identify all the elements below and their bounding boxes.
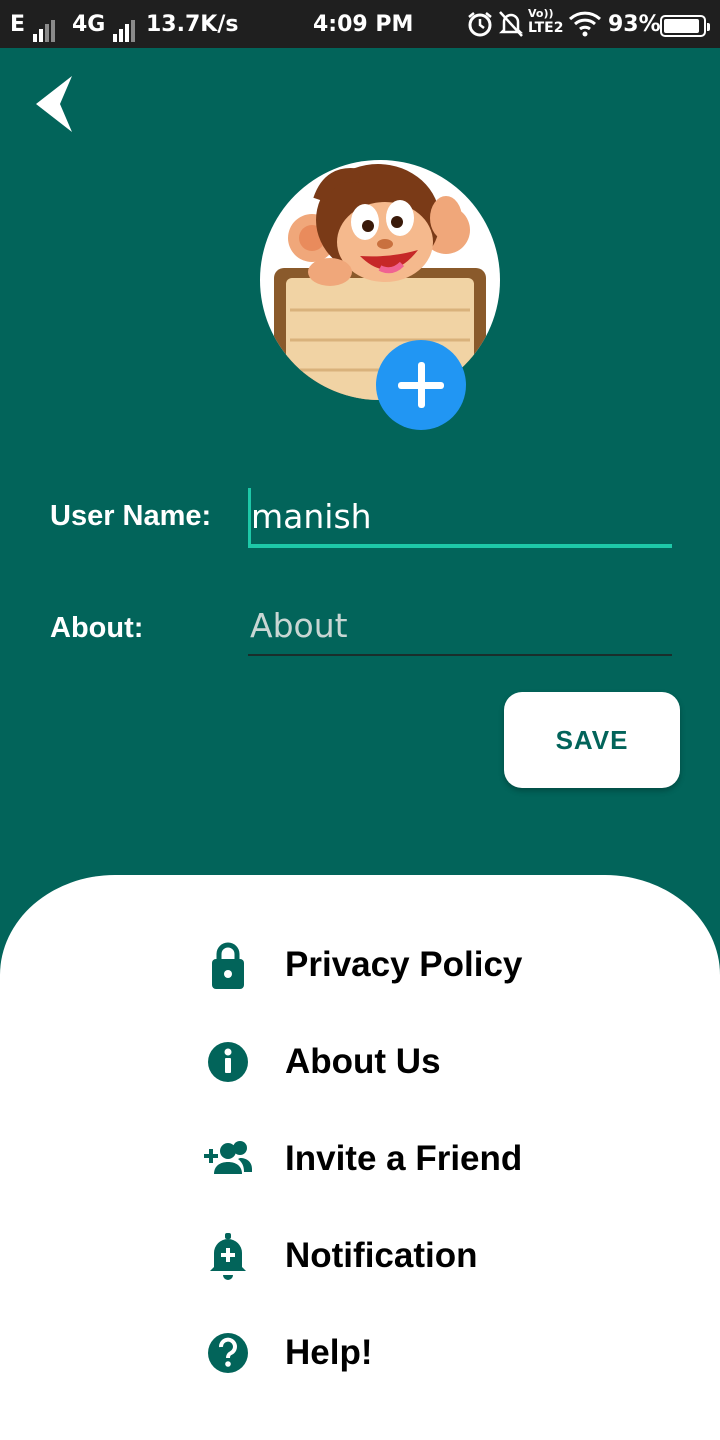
volte-label: Vo)) (528, 7, 554, 20)
menu-item-invite-friend[interactable]: Invite a Friend (200, 1127, 630, 1191)
add-photo-button[interactable] (376, 340, 466, 430)
battery-percent: 93% (608, 12, 661, 37)
signal-icon (113, 14, 137, 42)
wifi-icon (568, 10, 602, 46)
menu-label: Privacy Policy (285, 945, 523, 984)
volte-indicator: Vo)) LTE2 (528, 7, 564, 37)
save-button[interactable]: SAVE (504, 692, 680, 788)
signal-icon (32, 14, 57, 42)
settings-menu-sheet: Privacy Policy About Us Invite a Friend (0, 875, 720, 1440)
menu-label: Invite a Friend (285, 1139, 523, 1178)
about-input[interactable] (248, 596, 672, 656)
menu-item-privacy-policy[interactable]: Privacy Policy (200, 933, 630, 997)
back-button[interactable] (30, 74, 80, 136)
bell-plus-icon (200, 1231, 256, 1281)
network-indicator-2: 4G (72, 11, 137, 42)
network-indicator-1: E (10, 11, 57, 42)
menu-item-about-us[interactable]: About Us (200, 1030, 630, 1094)
back-arrow-icon (36, 76, 72, 132)
network-type-2: 4G (72, 12, 106, 37)
info-icon (200, 1037, 256, 1087)
about-label: About: (50, 612, 144, 644)
mute-icon (498, 10, 524, 46)
lock-icon (200, 940, 256, 990)
clock: 4:09 PM (313, 12, 414, 37)
status-bar: E 4G 13.7K/s 4:09 PM Vo)) LTE2 93% (0, 0, 720, 48)
alarm-icon (466, 10, 494, 46)
username-input[interactable] (248, 488, 672, 548)
menu-item-notification[interactable]: Notification (200, 1224, 630, 1288)
network-type: E (10, 12, 26, 37)
add-people-icon (200, 1134, 256, 1184)
menu-item-help[interactable]: Help! (200, 1321, 630, 1385)
username-label: User Name: (50, 500, 212, 532)
menu-label: Notification (285, 1236, 478, 1275)
menu-label: About Us (285, 1042, 441, 1081)
help-icon (200, 1328, 256, 1378)
network-speed: 13.7K/s (146, 12, 239, 37)
menu-label: Help! (285, 1333, 373, 1372)
lte-label: LTE2 (528, 20, 564, 36)
battery-icon (660, 12, 710, 40)
